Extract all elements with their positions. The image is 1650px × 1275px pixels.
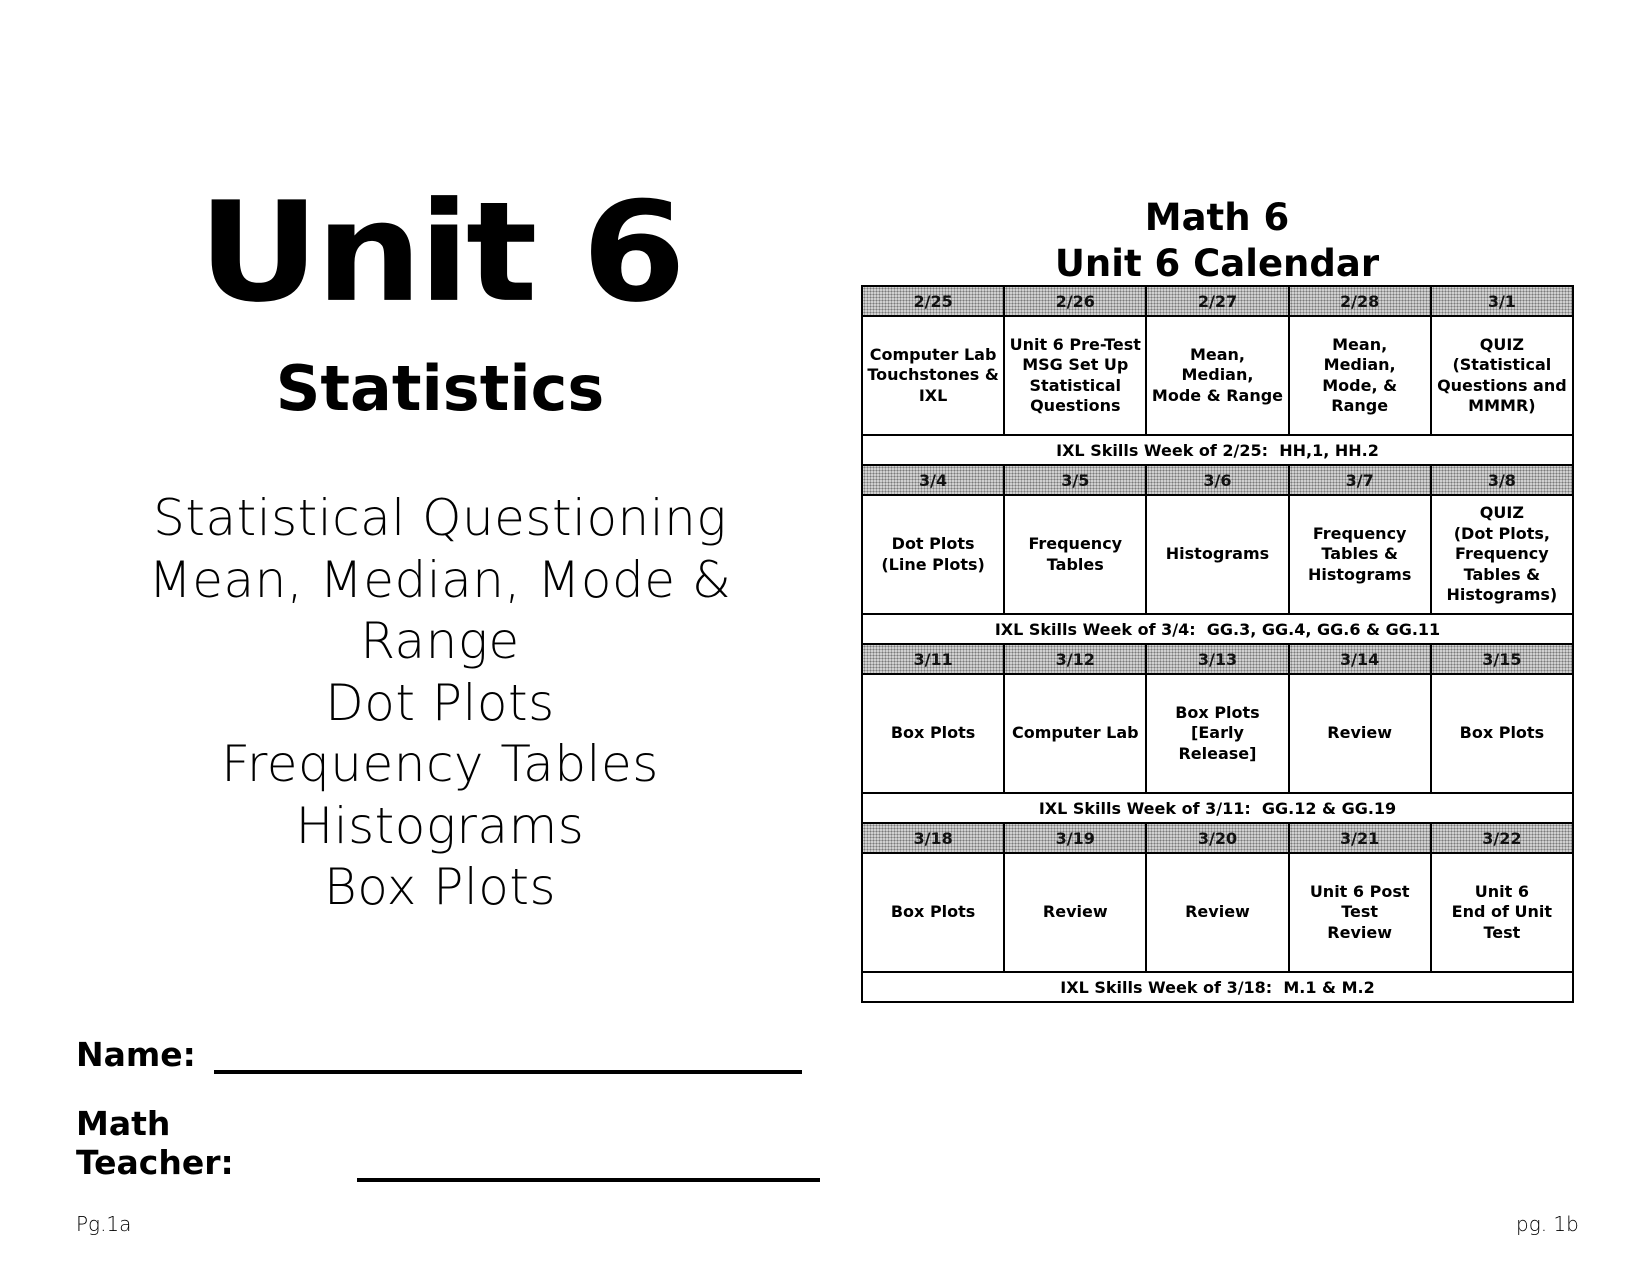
activity-cell: Review <box>1287 673 1432 794</box>
unit-subtitle: Statistics <box>275 352 605 425</box>
date-row: 3/4 3/5 3/6 3/7 3/8 <box>860 464 1575 496</box>
name-blank-line[interactable] <box>213 1069 802 1074</box>
teacher-field: Math Teacher: <box>76 1104 820 1182</box>
activity-cell: Unit 6 Pre-Test MSG Set Up Statistical Q… <box>1003 315 1148 436</box>
topic-item: Frequency Tables <box>221 735 659 793</box>
activity-cell: Review <box>1003 852 1148 973</box>
cover-page: Unit 6 Statistics Statistical Questionin… <box>60 0 820 1275</box>
topic-item: Histograms <box>295 796 585 855</box>
topic-item: Statistical Questioning <box>153 489 727 547</box>
activity-cell: Histograms <box>1145 494 1290 615</box>
activity-cell: Box Plots <box>1429 673 1575 794</box>
activity-cell: Box Plots <box>860 673 1006 794</box>
teacher-blank-line[interactable] <box>356 1177 820 1182</box>
date-cell: 2/27 <box>1145 285 1290 317</box>
activity-cell: Mean, Median, Mode & Range <box>1145 315 1290 436</box>
name-label: Name: <box>76 1035 196 1074</box>
activity-cell: Box Plots <box>860 852 1006 973</box>
activity-cell: Mean, Median, Mode, & Range <box>1287 315 1432 436</box>
activity-cell: Unit 6 Post Test Review <box>1287 852 1432 973</box>
ixl-skills-cell: IXL Skills Week of 2/25: HH,1, HH.2 <box>861 434 1574 466</box>
ixl-skills-cell: IXL Skills Week of 3/11: GG.12 & GG.19 <box>861 792 1574 824</box>
activity-cell: Dot Plots (Line Plots) <box>860 494 1006 615</box>
date-cell: 2/25 <box>860 285 1006 317</box>
activity-row: Box Plots Review Review Unit 6 Post Test Re… <box>860 852 1575 973</box>
date-cell: 3/12 <box>1003 643 1148 675</box>
activity-cell: Box Plots [Early Release] <box>1145 673 1290 794</box>
date-row: 3/18 3/19 3/20 3/21 3/22 <box>860 822 1575 854</box>
ixl-skills-row: IXL Skills Week of 3/11: GG.12 & GG.19 <box>861 792 1574 824</box>
page-number-right: pg. 1b <box>1516 1212 1579 1236</box>
ixl-skills-row: IXL Skills Week of 2/25: HH,1, HH.2 <box>861 434 1574 466</box>
date-cell: 3/1 <box>1429 285 1575 317</box>
activity-cell: Frequency Tables <box>1003 494 1148 615</box>
date-cell: 3/20 <box>1145 822 1290 854</box>
activity-cell: Unit 6 End of Unit Test <box>1429 852 1575 973</box>
activity-row: Box Plots Computer Lab Box Plots [Early Re… <box>860 673 1575 794</box>
ixl-skills-row: IXL Skills Week of 3/4: GG.3, GG.4, GG.6… <box>861 613 1574 645</box>
activity-cell: QUIZ (Dot Plots, Frequency Tables & Hist… <box>1429 494 1575 615</box>
date-cell: 3/5 <box>1003 464 1148 496</box>
date-cell: 3/11 <box>860 643 1006 675</box>
ixl-skills-row: IXL Skills Week of 3/18: M.1 & M.2 <box>861 971 1574 1003</box>
date-cell: 3/14 <box>1287 643 1432 675</box>
topic-item: Range <box>360 612 520 670</box>
date-cell: 3/6 <box>1145 464 1290 496</box>
calendar-title-line2: Unit 6 Calendar <box>1054 242 1380 285</box>
ixl-skills-cell: IXL Skills Week of 3/18: M.1 & M.2 <box>861 971 1574 1003</box>
date-cell: 3/15 <box>1429 643 1575 675</box>
activity-cell: Frequency Tables & Histograms <box>1287 494 1432 615</box>
activity-cell: QUIZ (Statistical Questions and MMMR) <box>1429 315 1575 436</box>
date-cell: 3/18 <box>860 822 1006 854</box>
unit-title: Unit 6 <box>197 172 686 334</box>
activity-cell: Review <box>1145 852 1290 973</box>
activity-row: Computer Lab Touchstones & IXL Unit 6 Pre… <box>860 315 1575 436</box>
date-cell: 3/19 <box>1003 822 1148 854</box>
calendar-title-line1: Math 6 <box>1144 196 1290 239</box>
date-row: 3/11 3/12 3/13 3/14 3/15 <box>860 643 1575 675</box>
date-row: 2/25 2/26 2/27 2/28 3/1 <box>860 285 1575 317</box>
unit-calendar-table: 2/25 2/26 2/27 2/28 3/1 Computer Lab Touchsto… <box>860 285 1575 1003</box>
topic-item: Mean, Median, Mode & <box>148 550 732 609</box>
activity-cell: Computer Lab <box>1003 673 1148 794</box>
activity-row: Dot Plots (Line Plots) Frequency Tables Hi… <box>860 494 1575 615</box>
calendar-title: Math 6 Unit 6 Calendar <box>861 195 1573 287</box>
topic-item: Box Plots <box>323 858 557 916</box>
ixl-skills-cell: IXL Skills Week of 3/4: GG.3, GG.4, GG.6… <box>861 613 1574 645</box>
date-cell: 2/28 <box>1287 285 1432 317</box>
teacher-label: Math Teacher: <box>76 1104 234 1182</box>
date-cell: 3/21 <box>1287 822 1432 854</box>
topic-item: Dot Plots <box>325 673 555 732</box>
date-cell: 3/22 <box>1429 822 1575 854</box>
activity-cell: Computer Lab Touchstones & IXL <box>860 315 1006 436</box>
page-number-left: Pg.1a <box>76 1212 132 1236</box>
topic-list: Statistical Questioning Mean, Median, Mo… <box>60 488 820 919</box>
date-cell: 3/4 <box>860 464 1006 496</box>
name-field: Name: <box>76 1035 802 1074</box>
date-cell: 2/26 <box>1003 285 1148 317</box>
date-cell: 3/8 <box>1429 464 1575 496</box>
date-cell: 3/7 <box>1287 464 1432 496</box>
date-cell: 3/13 <box>1145 643 1290 675</box>
